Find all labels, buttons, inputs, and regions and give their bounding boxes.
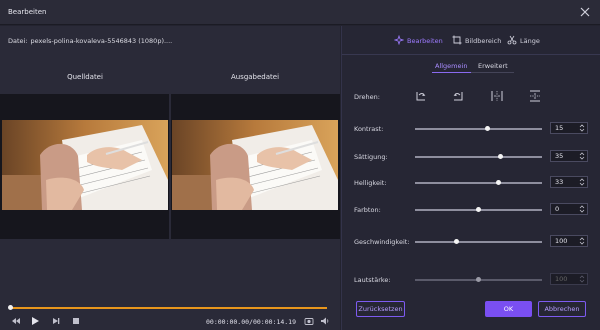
tab-crop-label: Bildbereich — [465, 37, 502, 45]
contrast-slider-handle[interactable] — [484, 126, 490, 131]
play-icon[interactable] — [30, 316, 40, 326]
video-divider — [169, 94, 171, 239]
volume-icon[interactable] — [320, 316, 330, 326]
contrast-label: Kontrast: — [354, 125, 384, 133]
settings-panel: Bearbeiten Bildbereich Länge Allgemein E… — [341, 26, 600, 330]
hue-field[interactable]: 0 — [550, 203, 588, 215]
rotate-left-icon[interactable] — [451, 89, 465, 103]
tab-edit[interactable]: Bearbeiten — [393, 34, 443, 47]
subtab-general[interactable]: Allgemein — [435, 62, 467, 70]
close-icon[interactable] — [579, 6, 591, 18]
preview-panel: Datei: pexels-polina-kovaleva-5546843 (10… — [0, 26, 340, 330]
speed-label: Geschwindigkeit: — [354, 238, 410, 246]
spinner-icon[interactable] — [579, 178, 585, 186]
top-tabs: Bearbeiten Bildbereich Länge — [342, 26, 600, 55]
tab-length[interactable]: Länge — [507, 35, 540, 47]
step-forward-icon[interactable] — [51, 316, 61, 326]
spinner-icon[interactable] — [579, 275, 585, 283]
magic-wand-icon — [393, 34, 405, 47]
brightness-field[interactable]: 33 — [550, 176, 588, 188]
contrast-slider[interactable] — [415, 128, 542, 130]
spinner-icon[interactable] — [579, 152, 585, 160]
saturation-slider-handle[interactable] — [497, 154, 503, 159]
snapshot-icon[interactable] — [304, 316, 314, 326]
timecode: 00:00:00.00/00:00:14.19 — [206, 318, 297, 326]
flip-vertical-icon[interactable] — [528, 89, 542, 103]
hue-value: 0 — [555, 205, 560, 213]
volume-field[interactable]: 100 — [550, 273, 588, 285]
tab-crop[interactable]: Bildbereich — [452, 35, 501, 47]
stop-icon[interactable] — [71, 316, 81, 326]
spinner-icon[interactable] — [579, 124, 585, 132]
brightness-value: 33 — [555, 178, 564, 186]
subtab-advanced[interactable]: Erweitert — [478, 62, 508, 70]
window-title: Bearbeiten — [8, 8, 47, 16]
speed-slider[interactable] — [415, 241, 542, 243]
contrast-value: 15 — [555, 124, 564, 132]
file-name: pexels-polina-kovaleva-5546843 (1080p)..… — [30, 37, 173, 45]
tab-length-label: Länge — [520, 37, 540, 45]
flip-horizontal-icon[interactable] — [490, 89, 504, 103]
contrast-field[interactable]: 15 — [550, 122, 588, 134]
volume-value: 100 — [555, 275, 568, 283]
progress-bar[interactable] — [10, 307, 327, 309]
brightness-label: Helligkeit: — [354, 179, 387, 187]
saturation-field[interactable]: 35 — [550, 150, 588, 162]
tab-edit-label: Bearbeiten — [407, 37, 443, 45]
spinner-icon[interactable] — [579, 205, 585, 213]
speed-field[interactable]: 100 — [550, 235, 588, 247]
subtab-active-underline — [432, 72, 471, 73]
title-bar: Bearbeiten — [0, 0, 600, 25]
saturation-label: Sättigung: — [354, 153, 388, 161]
progress-handle[interactable] — [7, 305, 13, 310]
rotate-right-icon[interactable] — [414, 89, 428, 103]
hue-slider-handle[interactable] — [476, 207, 481, 212]
source-video — [2, 120, 168, 210]
rewind-icon[interactable] — [11, 316, 21, 326]
sub-tabs: Allgemein Erweitert — [432, 62, 514, 73]
output-video — [172, 120, 338, 210]
crop-icon — [452, 35, 462, 47]
file-label: Datei: — [8, 37, 28, 45]
scissors-icon — [507, 35, 517, 47]
saturation-value: 35 — [555, 152, 564, 160]
brightness-slider-handle[interactable] — [496, 180, 502, 185]
hue-label: Farbton: — [354, 206, 381, 214]
volume-label: Lautstärke: — [354, 276, 391, 284]
output-file-title: Ausgabedatei — [230, 73, 280, 81]
speed-value: 100 — [555, 237, 568, 245]
source-file-title: Quelldatei — [67, 73, 103, 81]
brightness-slider[interactable] — [415, 182, 542, 184]
saturation-slider[interactable] — [415, 156, 542, 158]
ok-button[interactable]: OK — [485, 301, 532, 317]
reset-button[interactable]: Zurücksetzen — [356, 301, 405, 317]
speed-slider-handle[interactable] — [454, 239, 460, 244]
rotate-label: Drehen: — [354, 93, 380, 101]
volume-slider-handle[interactable] — [476, 277, 481, 282]
cancel-button[interactable]: Abbrechen — [538, 301, 586, 317]
file-info: Datei: pexels-polina-kovaleva-5546843 (10… — [8, 37, 172, 45]
spinner-icon[interactable] — [579, 237, 585, 245]
